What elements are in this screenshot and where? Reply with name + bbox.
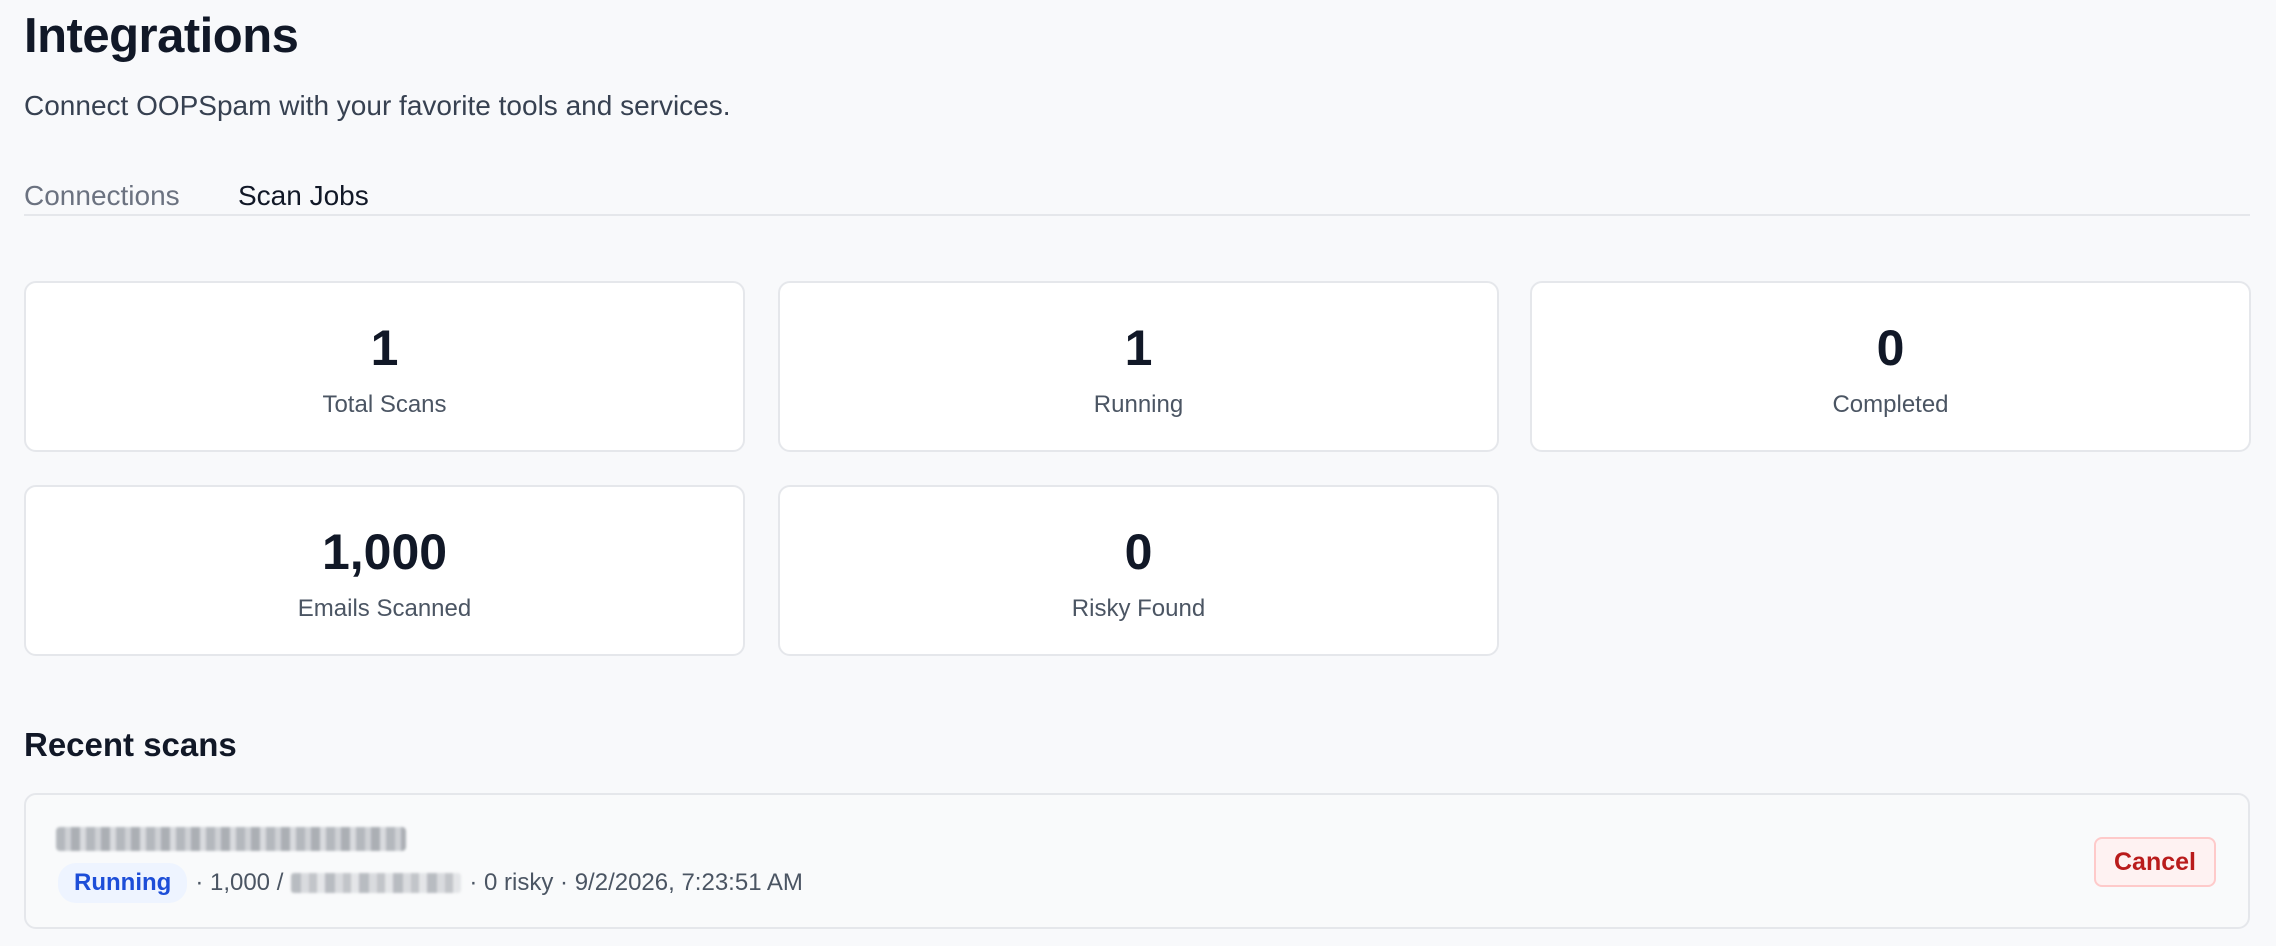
page-subtitle: Connect OOPSpam with your favorite tools… — [24, 90, 731, 121]
tab-bar: Connections Scan Jobs — [24, 176, 2250, 216]
scan-row: Running · 1,000 / · 0 risky · 9/2/2026, … — [24, 793, 2250, 929]
tab-connections[interactable]: Connections — [24, 180, 180, 212]
stat-card-risky-found: 0 Risky Found — [778, 485, 1499, 656]
scan-progress-prefix: · 1,000 / — [195, 869, 284, 896]
stat-label: Risky Found — [1071, 595, 1206, 622]
stat-value: 0 — [1124, 524, 1153, 580]
scan-meta: Running · 1,000 / · 0 risky · 9/2/2026, … — [58, 863, 803, 903]
stat-label: Running — [1093, 391, 1184, 418]
scan-name-redacted — [56, 827, 406, 851]
cancel-button[interactable]: Cancel — [2094, 837, 2216, 887]
recent-scans-title: Recent scans — [24, 726, 237, 763]
stat-label: Total Scans — [322, 391, 447, 418]
stat-label: Emails Scanned — [297, 595, 472, 622]
stat-value: 1 — [370, 320, 399, 376]
stat-value: 0 — [1876, 320, 1905, 376]
tab-scan-jobs[interactable]: Scan Jobs — [238, 180, 369, 212]
stat-value: 1 — [1124, 320, 1153, 376]
status-badge: Running — [58, 863, 188, 903]
stat-card-emails-scanned: 1,000 Emails Scanned — [24, 485, 745, 656]
scan-total-redacted — [291, 873, 462, 893]
stat-card-completed: 0 Completed — [1530, 281, 2251, 452]
stat-card-running: 1 Running — [778, 281, 1499, 452]
stat-card-total-scans: 1 Total Scans — [24, 281, 745, 452]
scan-progress-suffix: · 0 risky · 9/2/2026, 7:23:51 AM — [469, 869, 803, 896]
page-title: Integrations — [24, 9, 299, 63]
stat-value: 1,000 — [321, 524, 448, 580]
page: Integrations Connect OOPSpam with your f… — [0, 0, 2276, 946]
stat-label: Completed — [1832, 391, 1949, 418]
